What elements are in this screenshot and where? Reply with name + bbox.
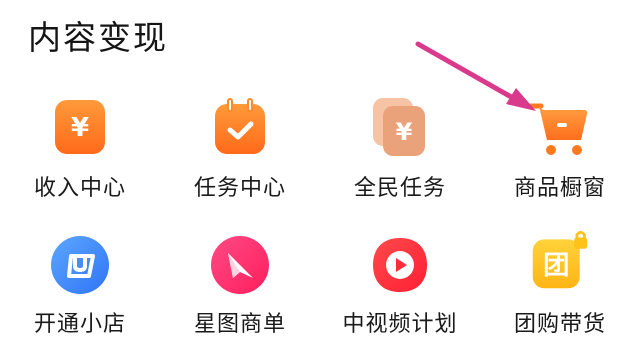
feature-grid: ¥ 收入中心 任务中心 ¥ 全民任务 商品橱窗 开通小店 星图商单 中视频计划 … xyxy=(0,0,640,349)
star-map-order-item[interactable]: 星图商单 xyxy=(160,228,320,358)
svg-text:¥: ¥ xyxy=(396,118,413,146)
cards-yen-icon: ¥ xyxy=(373,98,425,156)
store-shopping-bag-icon xyxy=(51,236,109,294)
product-showcase-item[interactable]: 商品橱窗 xyxy=(480,92,640,222)
open-store-item[interactable]: 开通小店 xyxy=(0,228,160,358)
income-yen-icon: ¥ xyxy=(55,100,105,154)
income-center-label: 收入中心 xyxy=(33,176,126,201)
group-buy-item[interactable]: 团 团购带货 xyxy=(480,228,640,358)
group-buy-label: 团购带货 xyxy=(513,312,606,337)
task-calendar-icon xyxy=(215,98,265,154)
income-center-item[interactable]: ¥ 收入中心 xyxy=(0,92,160,222)
shopping-cart-icon xyxy=(529,103,588,155)
task-center-item[interactable]: 任务中心 xyxy=(160,92,320,222)
svg-text:¥: ¥ xyxy=(71,113,89,143)
star-map-icon xyxy=(211,236,269,294)
star-map-order-label: 星图商单 xyxy=(193,312,286,337)
open-store-label: 开通小店 xyxy=(33,312,126,337)
product-showcase-label: 商品橱窗 xyxy=(513,176,606,201)
mid-video-plan-label: 中视频计划 xyxy=(342,312,458,337)
mid-video-plan-item[interactable]: 中视频计划 xyxy=(320,228,480,358)
svg-text:团: 团 xyxy=(543,251,569,281)
task-center-label: 任务中心 xyxy=(193,176,286,201)
video-play-icon xyxy=(373,238,427,292)
all-people-task-label: 全民任务 xyxy=(353,176,446,201)
group-buy-lock-icon: 团 xyxy=(532,230,588,289)
all-people-task-item[interactable]: ¥ 全民任务 xyxy=(320,92,480,222)
